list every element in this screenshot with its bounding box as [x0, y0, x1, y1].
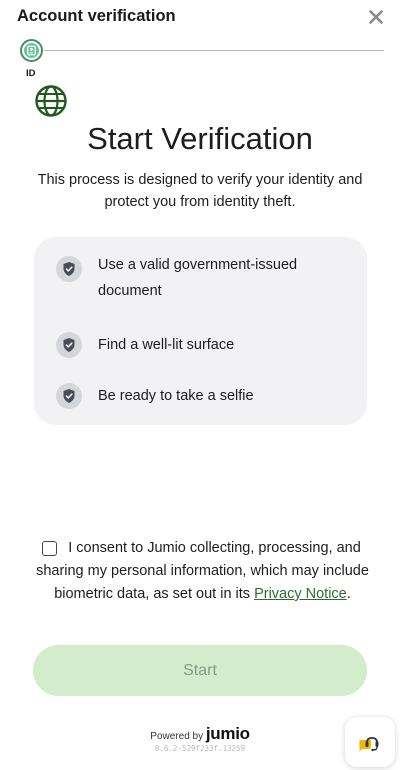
powered-by-text: Powered by: [150, 731, 204, 742]
version-label: 0.6.2-529f233f.13259: [154, 744, 246, 753]
shield-check-icon: [56, 332, 82, 358]
shield-check-icon: [56, 383, 82, 409]
support-button[interactable]: [345, 717, 395, 767]
step-id-indicator: [20, 39, 43, 62]
progress-stepper: ID: [16, 38, 384, 82]
tips-card: Use a valid government-issued document F…: [34, 237, 367, 425]
verification-subtitle: This process is designed to verify your …: [37, 172, 363, 210]
close-icon[interactable]: [367, 8, 385, 26]
consent-label: I consent to Jumio collecting, processin…: [35, 537, 370, 606]
header: Account verification: [0, 0, 400, 36]
jumio-logo: jumio: [205, 724, 250, 743]
shield-check-icon: [56, 256, 82, 282]
page-title: Account verification: [17, 7, 176, 25]
consent-section: I consent to Jumio collecting, processin…: [35, 537, 370, 606]
id-card-icon: [24, 43, 39, 58]
start-button[interactable]: Start: [33, 645, 367, 696]
tip-text: Find a well-lit surface: [98, 337, 235, 353]
step-label-id: ID: [26, 68, 36, 79]
consent-checkbox[interactable]: [42, 541, 57, 556]
tip-text: Be ready to take a selfie: [98, 388, 254, 404]
powered-by: Powered by jumio: [0, 724, 400, 744]
consent-trailing: .: [346, 586, 351, 602]
globe-icon: [34, 84, 68, 118]
privacy-notice-link[interactable]: Privacy Notice: [254, 586, 347, 602]
stepper-track: [44, 50, 384, 51]
tip-text: Use a valid government-issued document: [98, 257, 298, 299]
verification-title: Start Verification: [87, 121, 313, 156]
